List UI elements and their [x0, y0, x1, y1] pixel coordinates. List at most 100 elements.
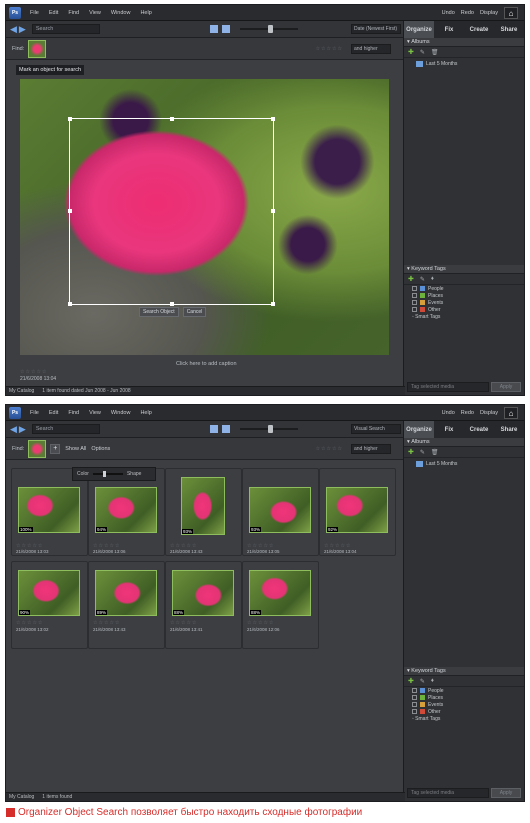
display-button[interactable]: Display: [480, 10, 498, 16]
show-all-button[interactable]: Show All: [65, 446, 86, 452]
tab-create[interactable]: Create: [464, 21, 494, 38]
back-icon[interactable]: ◀: [10, 24, 17, 34]
tag-people[interactable]: People: [412, 687, 524, 694]
rating-stars[interactable]: ☆☆☆☆☆: [170, 620, 197, 626]
tag-places[interactable]: Places: [412, 694, 524, 701]
tab-share[interactable]: Share: [494, 21, 524, 38]
tag-people[interactable]: People: [412, 285, 524, 292]
album-item[interactable]: Last 5 Months: [416, 61, 524, 67]
tag-events[interactable]: Events: [412, 701, 524, 708]
smart-tags[interactable]: ◦ Smart Tags: [412, 313, 524, 320]
detail-view-icon[interactable]: [221, 425, 230, 433]
rating-stars[interactable]: ☆☆☆☆☆: [16, 620, 43, 626]
result-photo-cell[interactable]: 89% ☆☆☆☆☆ 21/6/2008 13:43: [88, 561, 165, 649]
result-thumbnail[interactable]: [181, 477, 225, 535]
tag-other[interactable]: Other: [412, 306, 524, 313]
find-tag-icon[interactable]: ♦: [431, 678, 434, 684]
add-icon[interactable]: ✚: [408, 448, 414, 456]
tab-share[interactable]: Share: [494, 421, 524, 438]
tag-places[interactable]: Places: [412, 292, 524, 299]
tab-create[interactable]: Create: [464, 421, 494, 438]
apply-button[interactable]: Apply: [491, 788, 521, 798]
menu-find[interactable]: Find: [68, 10, 79, 16]
menu-edit[interactable]: Edit: [49, 410, 58, 416]
detail-view-icon[interactable]: [221, 25, 230, 33]
keyword-tags-header[interactable]: ▾ Keyword Tags: [404, 667, 524, 676]
catalog-name[interactable]: My Catalog: [9, 794, 34, 800]
undo-button[interactable]: Undo: [442, 10, 455, 16]
tag-checkbox[interactable]: [412, 307, 417, 312]
result-photo-cell[interactable]: 94% ☆☆☆☆☆ 21/6/2008 13:06: [88, 468, 165, 556]
home-icon[interactable]: ⌂: [504, 407, 518, 419]
result-photo-cell[interactable]: 88% ☆☆☆☆☆ 21/6/2008 13:41: [165, 561, 242, 649]
albums-header[interactable]: ▾ Albums: [404, 438, 524, 447]
home-icon[interactable]: ⌂: [504, 7, 518, 19]
add-icon[interactable]: ✚: [408, 48, 414, 56]
tag-checkbox[interactable]: [412, 286, 417, 291]
menu-edit[interactable]: Edit: [49, 10, 58, 16]
add-tag-icon[interactable]: ✚: [408, 677, 414, 685]
tag-checkbox[interactable]: [412, 702, 417, 707]
menu-find[interactable]: Find: [68, 410, 79, 416]
rating-stars[interactable]: ☆☆☆☆☆: [93, 620, 120, 626]
delete-icon[interactable]: 🗑: [431, 449, 439, 456]
menu-window[interactable]: Window: [111, 10, 131, 16]
result-photo-cell[interactable]: 93% ☆☆☆☆☆ 21/6/2008 13:43: [165, 468, 242, 556]
album-item[interactable]: Last 5 Months: [416, 461, 524, 467]
forward-icon[interactable]: ▶: [19, 24, 26, 34]
tag-checkbox[interactable]: [412, 293, 417, 298]
redo-button[interactable]: Redo: [461, 10, 474, 16]
tag-selected-media-input[interactable]: Tag selected media: [407, 382, 489, 392]
undo-button[interactable]: Undo: [442, 410, 455, 416]
tag-checkbox[interactable]: [412, 709, 417, 714]
redo-button[interactable]: Redo: [461, 410, 474, 416]
options-menu[interactable]: Options: [91, 446, 110, 452]
rating-stars[interactable]: ☆☆☆☆☆: [316, 446, 343, 452]
rating-stars[interactable]: ☆☆☆☆☆: [247, 620, 274, 626]
caption-field[interactable]: Click here to add caption: [176, 361, 237, 367]
menu-view[interactable]: View: [89, 10, 101, 16]
tab-organize[interactable]: Organize: [404, 21, 434, 38]
search-object-button[interactable]: Search Object: [139, 307, 179, 317]
rating-filter-select[interactable]: and higher: [351, 444, 391, 454]
result-photo-cell[interactable]: 88% ☆☆☆☆☆ 21/6/2008 12:06: [242, 561, 319, 649]
keyword-tags-header[interactable]: ▾ Keyword Tags: [404, 265, 524, 274]
result-photo-cell[interactable]: 93% ☆☆☆☆☆ 21/6/2008 13:05: [242, 468, 319, 556]
edit-icon[interactable]: ✎: [420, 49, 425, 56]
menu-help[interactable]: Help: [140, 410, 151, 416]
result-photo-cell[interactable]: 100% ☆☆☆☆☆ 21/6/2008 13:03: [11, 468, 88, 556]
delete-icon[interactable]: 🗑: [431, 49, 439, 56]
apply-button[interactable]: Apply: [491, 382, 521, 392]
albums-header[interactable]: ▾ Albums: [404, 38, 524, 47]
tag-selected-media-input[interactable]: Tag selected media: [407, 788, 489, 798]
forward-icon[interactable]: ▶: [19, 424, 26, 434]
add-search-item-button[interactable]: +: [50, 443, 61, 454]
tab-fix[interactable]: Fix: [434, 21, 464, 38]
thumbnail-size-slider[interactable]: [239, 425, 298, 433]
tag-checkbox[interactable]: [412, 695, 417, 700]
photo-rating[interactable]: ☆☆☆☆☆: [20, 369, 47, 375]
edit-tag-icon[interactable]: ✎: [420, 276, 425, 283]
menu-window[interactable]: Window: [111, 410, 131, 416]
thumbnail-size-slider[interactable]: [239, 25, 298, 33]
search-input[interactable]: Search: [31, 24, 100, 34]
edit-icon[interactable]: ✎: [420, 449, 425, 456]
menu-file[interactable]: File: [30, 10, 39, 16]
display-button[interactable]: Display: [480, 410, 498, 416]
rating-stars[interactable]: ☆☆☆☆☆: [316, 46, 343, 52]
add-tag-icon[interactable]: ✚: [408, 275, 414, 283]
find-tag-icon[interactable]: ♦: [431, 276, 434, 282]
tag-events[interactable]: Events: [412, 299, 524, 306]
tag-checkbox[interactable]: [412, 688, 417, 693]
result-photo-cell[interactable]: 92% ☆☆☆☆☆ 21/6/2008 13:04: [319, 468, 396, 556]
back-icon[interactable]: ◀: [10, 424, 17, 434]
result-photo-cell[interactable]: 90% ☆☆☆☆☆ 21/6/2008 13:02: [11, 561, 88, 649]
tag-other[interactable]: Other: [412, 708, 524, 715]
menu-help[interactable]: Help: [140, 10, 151, 16]
menu-file[interactable]: File: [30, 410, 39, 416]
sort-select[interactable]: Visual Search: [351, 424, 401, 434]
sort-select[interactable]: Date (Newest First): [351, 24, 401, 34]
catalog-name[interactable]: My Catalog: [9, 388, 34, 394]
search-input[interactable]: Search: [31, 424, 100, 434]
grid-view-icon[interactable]: [209, 25, 218, 33]
